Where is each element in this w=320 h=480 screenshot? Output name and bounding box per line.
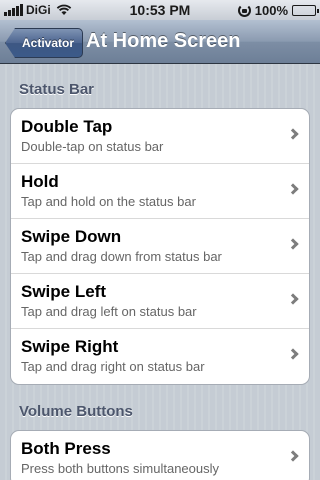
list-item-both-press[interactable]: Both Press Press both buttons simultaneo… [11, 431, 309, 480]
list-item-title: Both Press [21, 439, 111, 458]
back-button[interactable]: Activator [5, 28, 84, 58]
list-item-subtitle: Press both buttons simultaneously [21, 461, 219, 476]
chevron-right-icon [287, 238, 299, 250]
list-item-hold[interactable]: Hold Tap and hold on the status bar [11, 164, 309, 219]
chevron-right-icon [287, 128, 299, 140]
list-item-swipe-down[interactable]: Swipe Down Tap and drag down from status… [11, 219, 309, 274]
volume-buttons-gesture-group: Both Press Press both buttons simultaneo… [10, 430, 310, 480]
list-item-swipe-right[interactable]: Swipe Right Tap and drag right on status… [11, 329, 309, 384]
settings-list[interactable]: Status Bar Double Tap Double-tap on stat… [0, 64, 320, 480]
clock: 10:53 PM [129, 2, 191, 18]
list-item-subtitle: Tap and drag left on status bar [21, 304, 197, 319]
page-title: At Home Screen [86, 30, 241, 52]
list-item-title: Swipe Left [21, 282, 107, 301]
list-item-title: Hold [21, 172, 59, 191]
chevron-right-icon [287, 293, 299, 305]
screen: DiGi 10:53 PM 100% Activator At Home Scr… [0, 0, 320, 480]
list-item-title: Swipe Right [21, 337, 119, 356]
list-item-title: Double Tap [21, 117, 113, 136]
list-item-subtitle: Tap and drag down from status bar [21, 249, 222, 264]
navigation-bar: Activator At Home Screen [0, 20, 320, 64]
status-bar-gesture-group: Double Tap Double-tap on status bar Hold… [10, 108, 310, 385]
list-item-title: Swipe Down [21, 227, 122, 246]
list-item-subtitle: Tap and drag right on status bar [21, 359, 205, 374]
list-item-subtitle: Tap and hold on the status bar [21, 194, 196, 209]
section-header-volume-buttons: Volume Buttons [19, 403, 133, 420]
rotation-lock-icon [237, 3, 251, 17]
list-item-subtitle: Double-tap on status bar [21, 139, 164, 154]
list-item-double-tap[interactable]: Double Tap Double-tap on status bar [11, 109, 309, 164]
chevron-right-icon [287, 348, 299, 360]
status-bar: DiGi 10:53 PM 100% [0, 0, 320, 20]
chevron-right-icon [287, 450, 299, 462]
list-item-swipe-left[interactable]: Swipe Left Tap and drag left on status b… [11, 274, 309, 329]
battery-icon [292, 4, 319, 16]
chevron-right-icon [287, 183, 299, 195]
section-header-status-bar: Status Bar [19, 81, 95, 98]
